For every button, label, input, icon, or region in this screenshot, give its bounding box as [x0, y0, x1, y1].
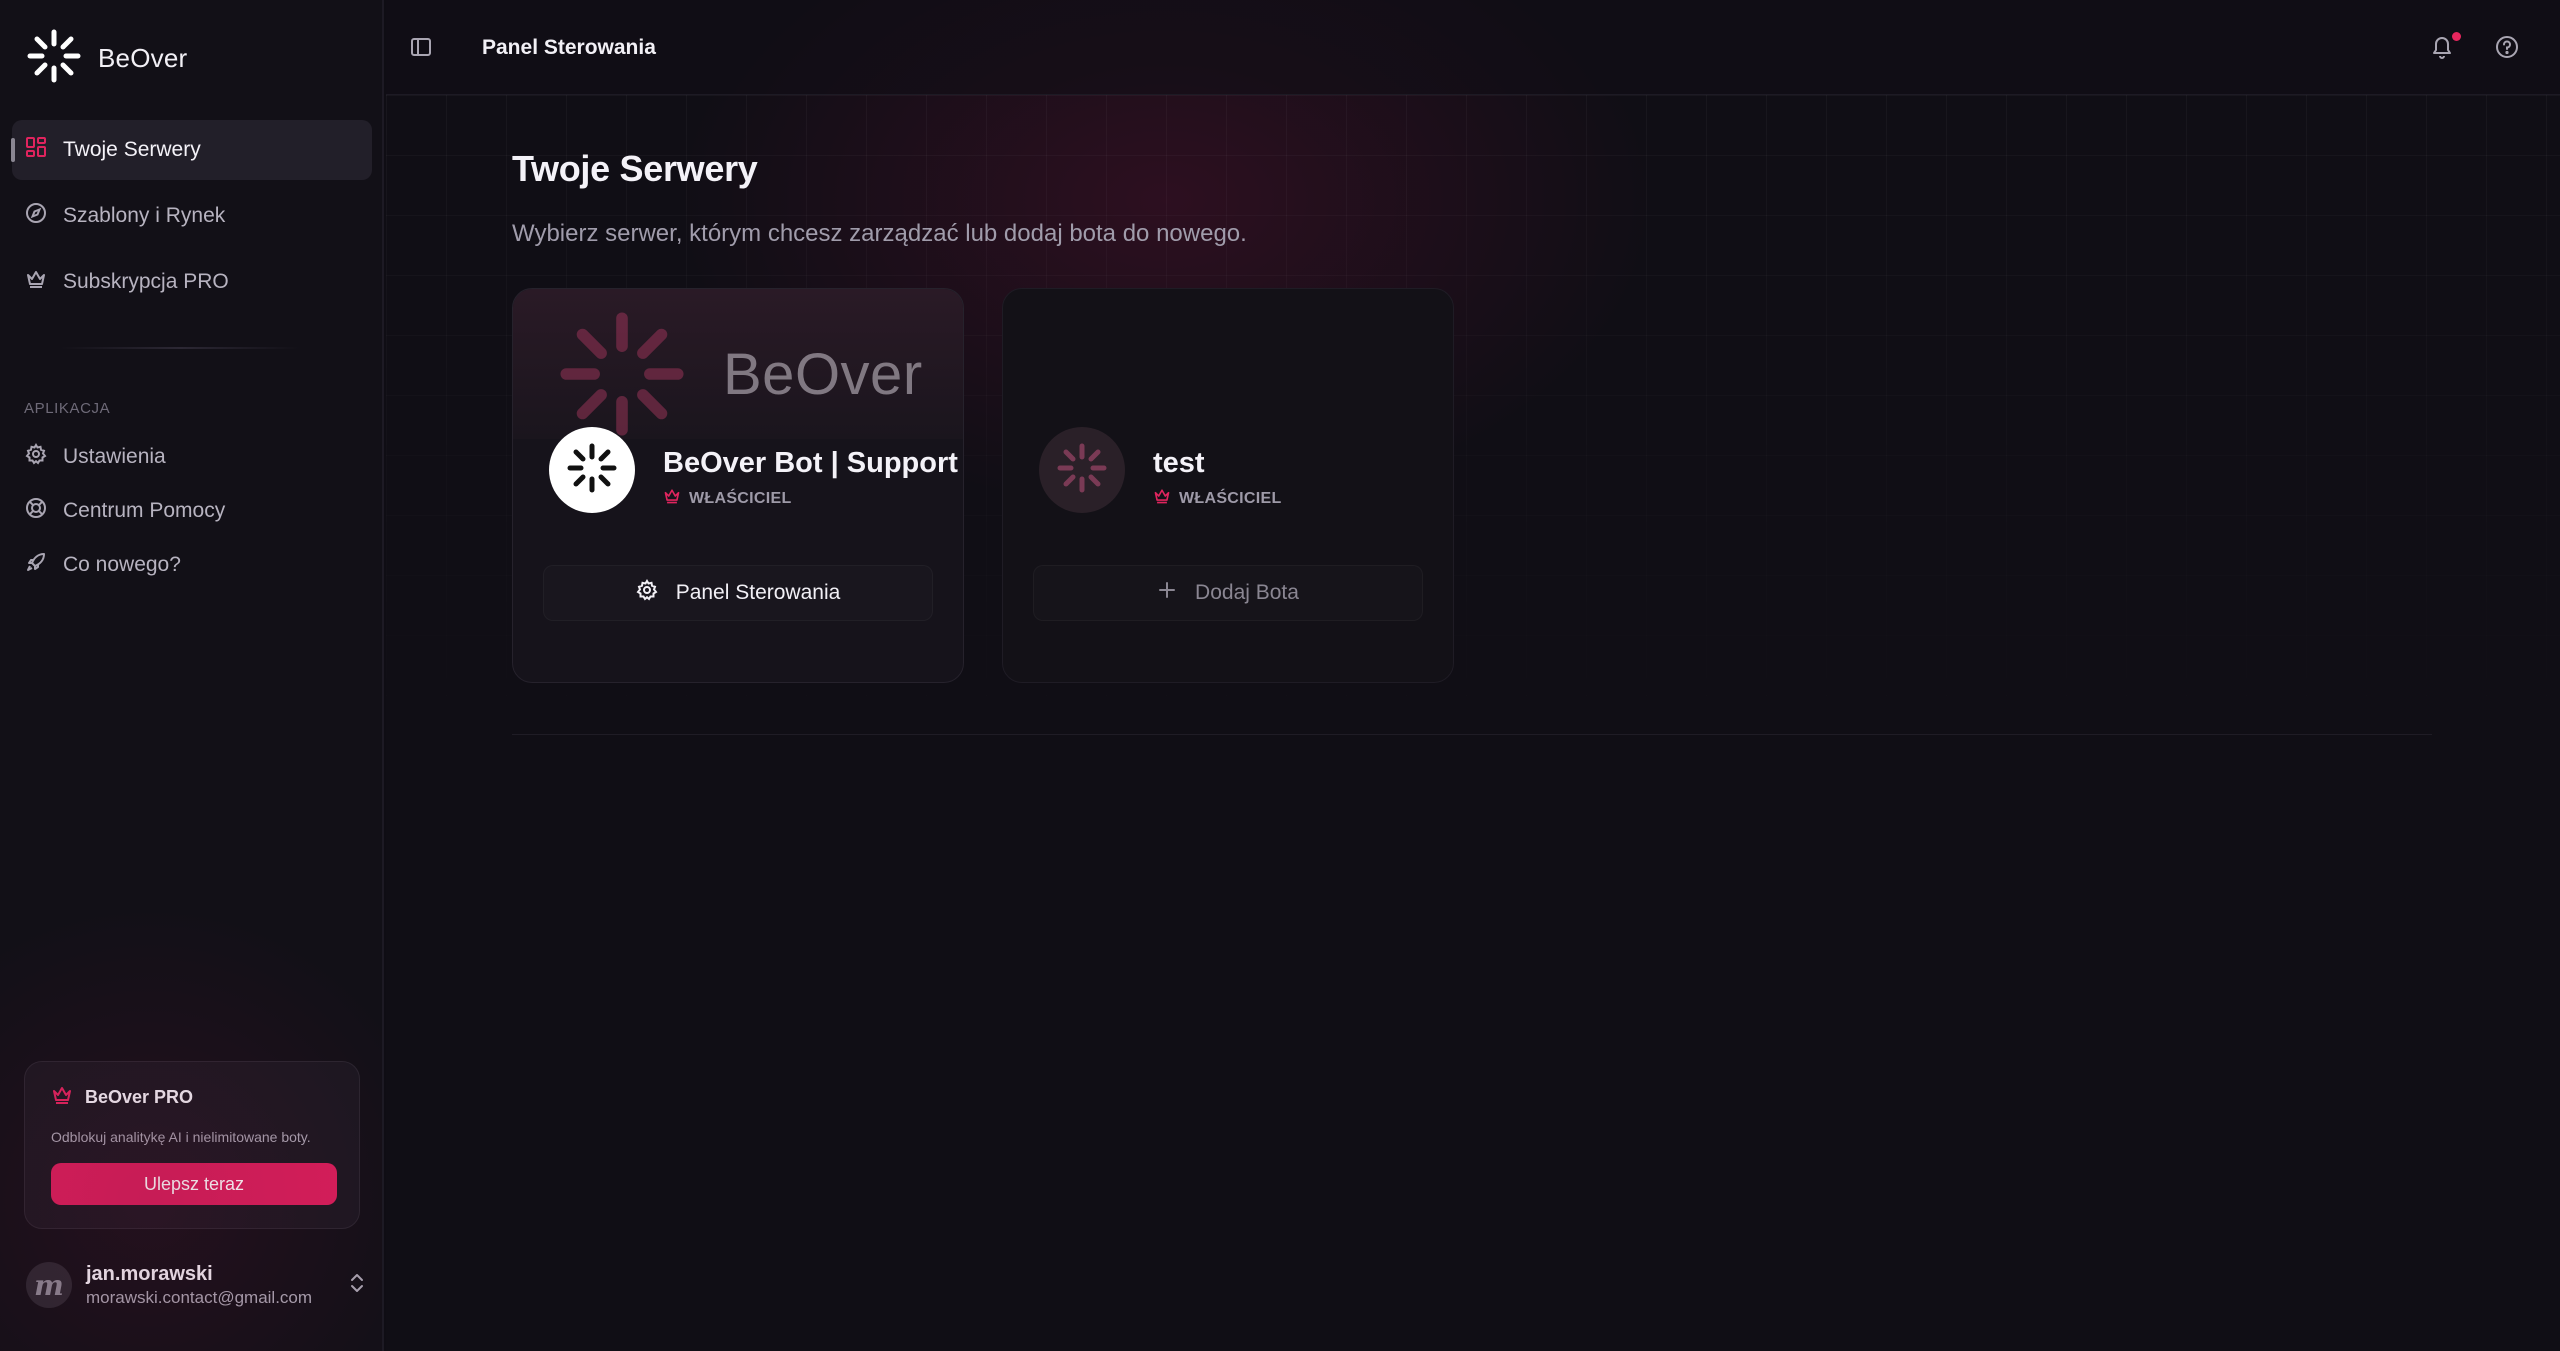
crown-icon — [51, 1084, 73, 1111]
banner-brand-text: BeOver — [723, 342, 923, 407]
rocket-icon — [25, 551, 47, 579]
user-name: jan.morawski — [86, 1262, 213, 1285]
server-banner: BeOver — [513, 289, 963, 439]
nav-item-subskrypcja[interactable]: Subskrypcja PRO — [12, 252, 372, 312]
topbar: Panel Sterowania — [386, 0, 2560, 95]
user-menu[interactable]: m jan.morawski morawski.contact@gmail.co… — [26, 1262, 366, 1308]
beover-logo-icon — [557, 309, 687, 439]
brand[interactable]: BeOver — [26, 28, 187, 89]
brand-name: BeOver — [98, 43, 188, 73]
dodaj-bota-button[interactable]: Dodaj Bota — [1033, 565, 1423, 621]
bell-icon[interactable] — [2430, 34, 2454, 65]
crown-icon — [1153, 487, 1171, 510]
page-subtitle: Wybierz serwer, którym chcesz zarządzać … — [512, 220, 1247, 247]
main-nav: Twoje Serwery Szablony i Rynek Subskrypc… — [11, 120, 372, 318]
crown-icon — [25, 268, 47, 296]
pro-upsell-card: BeOver PRO Odblokuj analitykę AI i nieli… — [24, 1061, 360, 1229]
nav-item-label: Szablony i Rynek — [63, 204, 226, 227]
gear-icon — [636, 579, 658, 607]
nav-item-co-nowego[interactable]: Co nowego? — [12, 538, 372, 592]
nav-item-label: Co nowego? — [63, 553, 181, 576]
content-divider — [512, 734, 2432, 735]
beover-logo-icon — [1054, 440, 1110, 501]
sidebar-divider — [60, 347, 300, 349]
crown-icon — [663, 487, 681, 510]
button-label: Panel Sterowania — [675, 581, 841, 604]
chevron-up-down-icon[interactable] — [348, 1271, 366, 1300]
server-name: BeOver Bot | Support — [663, 447, 958, 479]
grid-icon — [25, 136, 47, 164]
lifebuoy-icon — [25, 497, 47, 525]
page-breadcrumb: Panel Sterowania — [482, 36, 656, 59]
nav-item-twoje-serwery[interactable]: Twoje Serwery — [11, 120, 372, 180]
gear-icon — [25, 443, 47, 471]
nav-item-centrum-pomocy[interactable]: Centrum Pomocy — [12, 484, 372, 538]
plus-icon — [1157, 580, 1177, 606]
server-card[interactable]: BeOver BeOver Bot | Support WŁAŚCICIEL P… — [512, 288, 964, 683]
server-role-label: WŁAŚCICIEL — [689, 489, 792, 507]
pro-title: BeOver PRO — [51, 1084, 333, 1111]
server-avatar — [549, 427, 635, 513]
pro-title-label: BeOver PRO — [85, 1087, 194, 1107]
server-avatar — [1039, 427, 1125, 513]
server-role-label: WŁAŚCICIEL — [1179, 489, 1282, 507]
compass-icon — [25, 202, 47, 230]
sidebar-toggle-icon[interactable] — [410, 36, 432, 63]
user-info: jan.morawski morawski.contact@gmail.com — [86, 1263, 312, 1308]
help-icon[interactable] — [2494, 34, 2520, 65]
user-email: morawski.contact@gmail.com — [86, 1287, 313, 1307]
server-name: test — [1153, 447, 1205, 479]
upgrade-button[interactable]: Ulepsz teraz — [51, 1163, 337, 1205]
beover-logo-icon — [26, 28, 82, 89]
page-title: Twoje Serwery — [512, 148, 758, 189]
button-label: Dodaj Bota — [1195, 581, 1299, 604]
nav-item-label: Twoje Serwery — [63, 138, 201, 161]
notification-badge — [2452, 32, 2461, 41]
nav-item-ustawienia[interactable]: Ustawienia — [12, 430, 372, 484]
avatar: m — [26, 1262, 72, 1308]
main-content: Panel Sterowania Twoje Serwery Wybierz s… — [386, 0, 2560, 1351]
pro-description: Odblokuj analitykę AI i nielimitowane bo… — [51, 1129, 311, 1145]
nav-item-label: Subskrypcja PRO — [63, 270, 229, 293]
app-nav: Ustawienia Centrum Pomocy Co nowego? — [12, 430, 372, 592]
server-role: WŁAŚCICIEL — [663, 487, 792, 510]
nav-item-label: Ustawienia — [63, 445, 166, 468]
nav-item-label: Centrum Pomocy — [63, 499, 226, 522]
sidebar: BeOver Twoje Serwery Szablony i Rynek Su… — [0, 0, 384, 1351]
panel-sterowania-button[interactable]: Panel Sterowania — [543, 565, 933, 621]
section-label: APLIKACJA — [24, 400, 111, 417]
server-card[interactable]: test WŁAŚCICIEL Dodaj Bota — [1002, 288, 1454, 683]
nav-item-szablony[interactable]: Szablony i Rynek — [12, 186, 372, 246]
server-role: WŁAŚCICIEL — [1153, 487, 1282, 510]
beover-logo-icon — [564, 440, 620, 501]
